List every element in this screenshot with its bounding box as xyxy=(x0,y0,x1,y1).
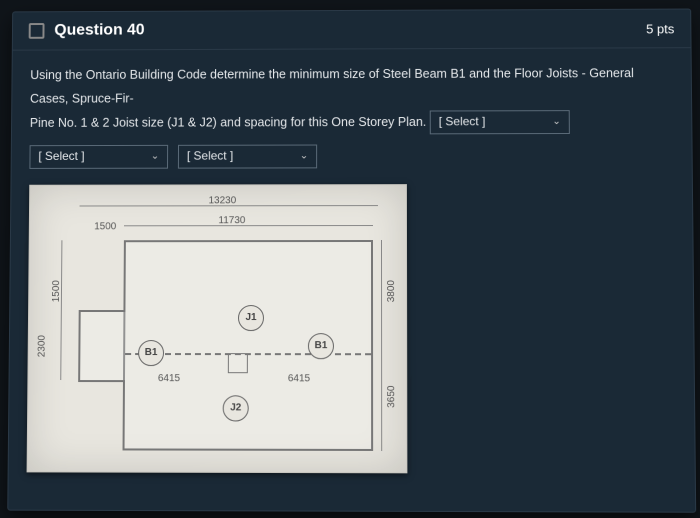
select-placeholder: [ Select ] xyxy=(187,145,233,168)
flag-icon[interactable] xyxy=(29,23,45,39)
chevron-down-icon: ⌄ xyxy=(151,147,159,166)
select-placeholder: [ Select ] xyxy=(38,145,84,168)
dim-right-lower: 3650 xyxy=(386,385,397,407)
plan-outline-notch xyxy=(78,310,125,382)
stair-icon xyxy=(228,353,248,373)
points-label: 5 pts xyxy=(646,21,674,36)
dim-line xyxy=(124,225,373,226)
chevron-down-icon: ⌄ xyxy=(300,147,308,166)
label-b1-left: B1 xyxy=(138,340,164,366)
select-1[interactable]: [ Select ] ⌄ xyxy=(29,144,168,168)
dim-right-upper: 3800 xyxy=(386,280,397,302)
dim-line xyxy=(60,240,62,380)
question-number: Question 40 xyxy=(54,22,144,40)
dim-top-left: 1500 xyxy=(94,221,116,232)
dim-top-outer: 13230 xyxy=(209,195,237,206)
select-inline[interactable]: [ Select ] ⌄ xyxy=(430,110,570,134)
label-j1: J1 xyxy=(238,305,264,331)
dim-top-inner: 11730 xyxy=(218,215,245,226)
question-body: Using the Ontario Building Code determin… xyxy=(12,48,692,168)
card-header: Question 40 5 pts xyxy=(13,10,691,51)
dim-left-lower: 2300 xyxy=(37,335,48,357)
chevron-down-icon: ⌄ xyxy=(552,112,561,131)
dim-bottom-left: 6415 xyxy=(158,373,180,384)
prompt-line1: Using the Ontario Building Code determin… xyxy=(30,66,634,105)
floor-plan: 13230 11730 1500 B1 B1 J1 J2 2300 1500 3… xyxy=(27,184,408,473)
select-placeholder: [ Select ] xyxy=(439,110,486,133)
dim-bottom-right: 6415 xyxy=(288,373,310,384)
prompt-line2: Pine No. 1 & 2 Joist size (J1 & J2) and … xyxy=(30,114,427,129)
question-card: Question 40 5 pts Using the Ontario Buil… xyxy=(7,9,696,513)
select-2[interactable]: [ Select ] ⌄ xyxy=(178,144,317,168)
label-j2: J2 xyxy=(223,395,249,421)
dim-line xyxy=(381,240,382,451)
label-b1-right: B1 xyxy=(308,333,334,359)
